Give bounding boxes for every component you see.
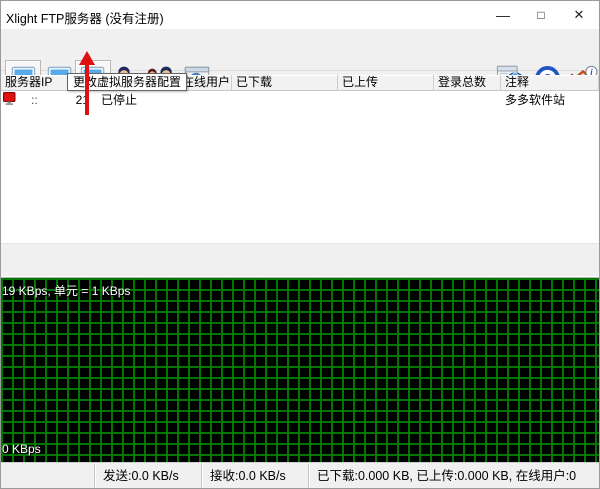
maximize-icon: □: [537, 8, 545, 22]
bandwidth-graph: 19 KBps, 单元 = 1 KBps 0 KBps: [1, 278, 599, 462]
server-status-value: 已停止: [101, 93, 138, 107]
server-comment-value: 多多软件站: [505, 93, 566, 107]
xlight-ftp-window: Xlight FTP服务器 (没有注册) — □ ✕ i 服务器IP 在线用户 …: [0, 0, 600, 489]
column-header-downloaded[interactable]: 已下载: [232, 75, 338, 91]
server-stopped-icon: [3, 92, 17, 109]
column-header-comment[interactable]: 注释: [501, 75, 599, 91]
server-ip-value: ::: [31, 93, 38, 107]
graph-scale-label: 19 KBps, 单元 = 1 KBps: [2, 284, 131, 298]
statusbar-spacer: [1, 464, 94, 488]
statusbar-summary: 已下载:0.000 KB, 已上传:0.000 KB, 在线用户:0: [308, 464, 599, 488]
statusbar: 发送:0.0 KB/s 接收:0.0 KB/s 已下载:0.000 KB, 已上…: [1, 462, 599, 488]
statusbar-received: 接收:0.0 KB/s: [201, 464, 308, 488]
minimize-button[interactable]: —: [483, 1, 523, 29]
server-list: :: 21 已停止 多多软件站: [1, 91, 599, 243]
column-header-server-ip[interactable]: 服务器IP: [1, 75, 68, 91]
maximize-button[interactable]: □: [521, 1, 561, 29]
graph-zero-label: 0 KBps: [2, 442, 41, 456]
annotation-arrow-line: [85, 63, 89, 115]
close-icon: ✕: [573, 7, 585, 22]
server-row[interactable]: :: 21 已停止 多多软件站: [1, 92, 599, 108]
control-bar: [1, 243, 599, 278]
minimize-icon: —: [496, 7, 510, 23]
statusbar-sent: 发送:0.0 KB/s: [94, 464, 201, 488]
column-header-uploaded[interactable]: 已上传: [338, 75, 434, 91]
close-button[interactable]: ✕: [559, 1, 599, 29]
window-title: Xlight FTP服务器 (没有注册): [6, 12, 164, 26]
column-header-total-logins[interactable]: 登录总数: [434, 75, 501, 91]
titlebar: Xlight FTP服务器 (没有注册) — □ ✕: [1, 1, 599, 29]
